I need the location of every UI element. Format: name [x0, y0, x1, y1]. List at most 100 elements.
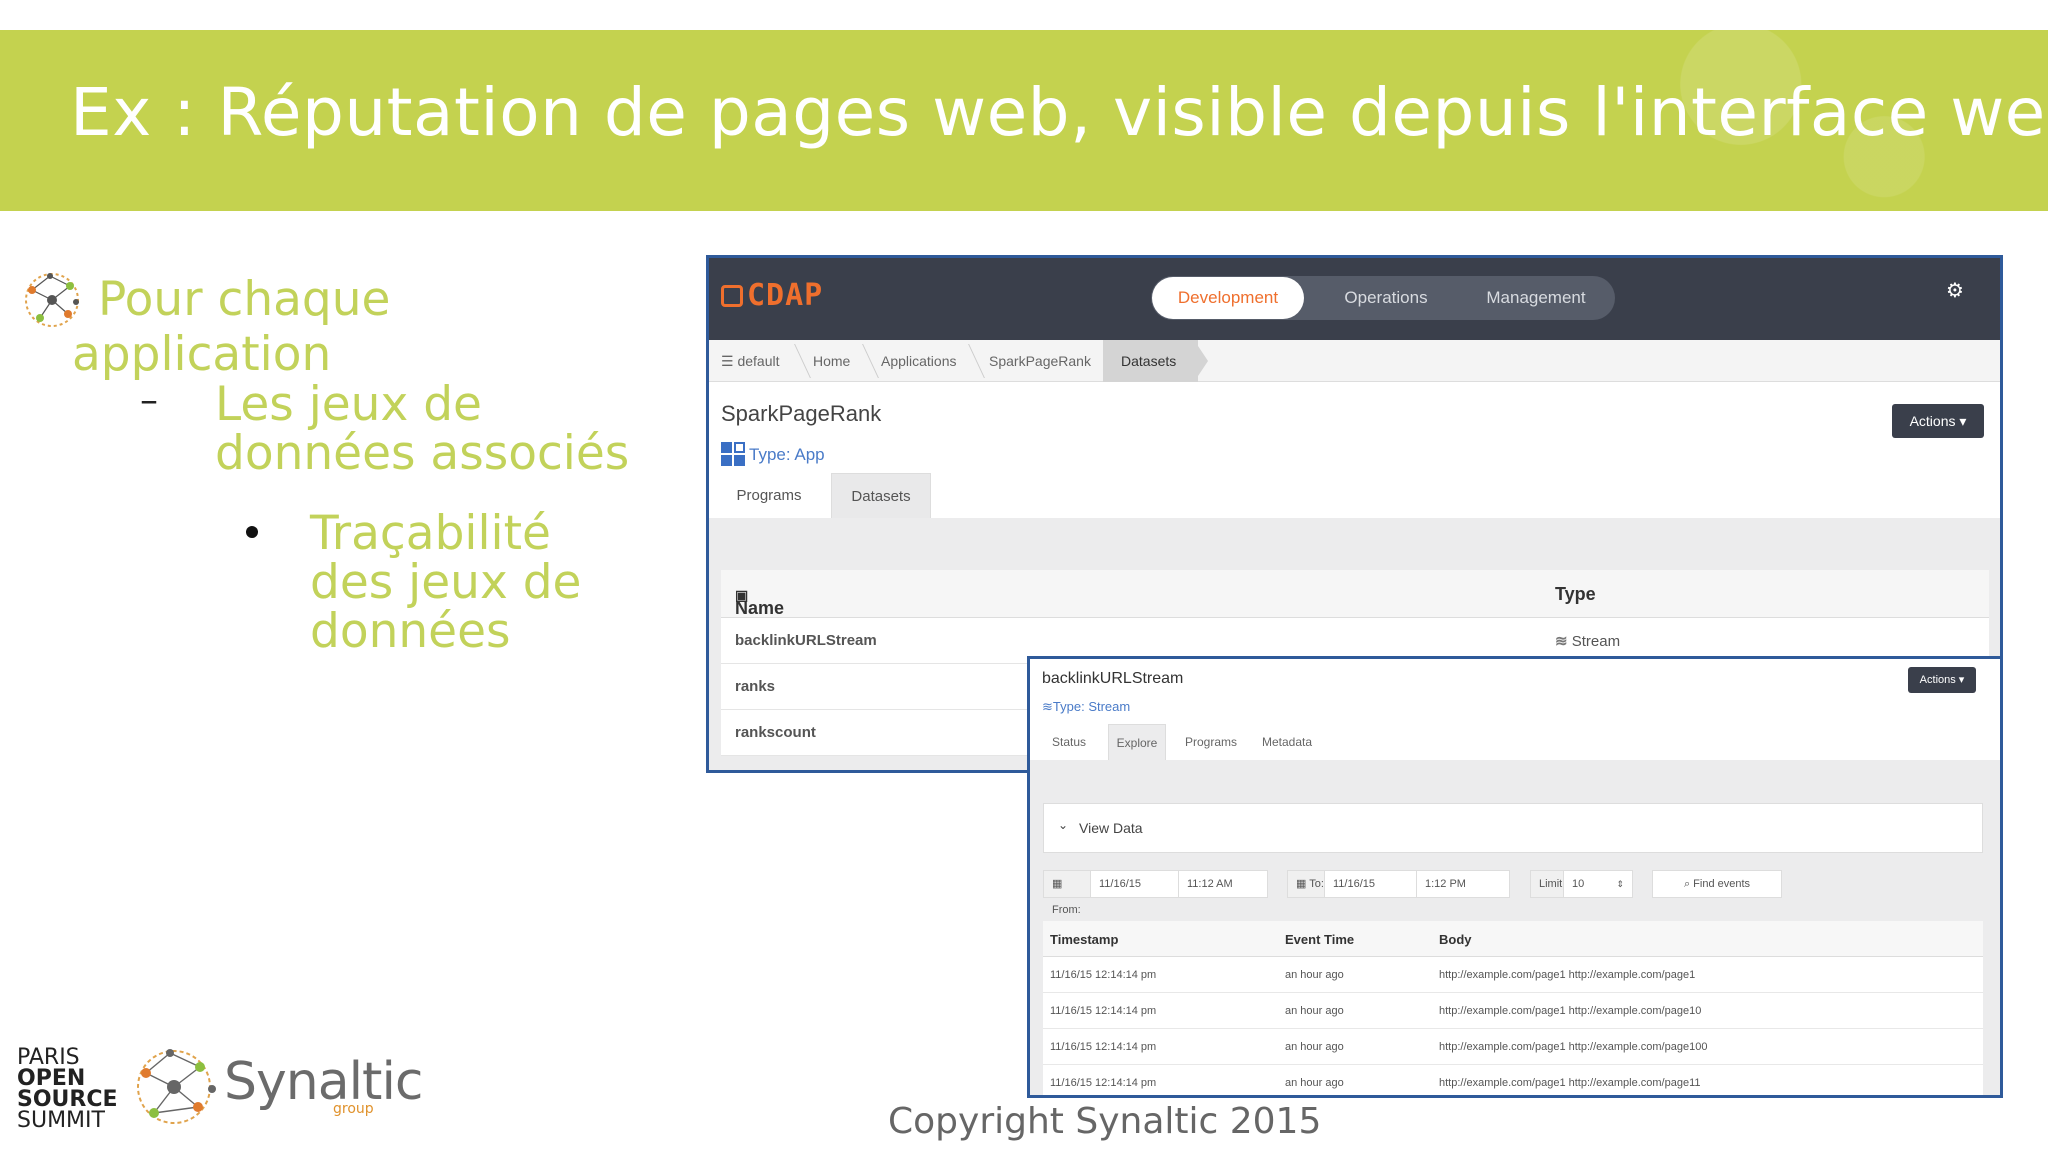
breadcrumb-separator — [955, 344, 985, 378]
from-label-text: From: — [1052, 904, 1081, 916]
view-data-label: View Data — [1079, 820, 1143, 836]
nav-operations[interactable]: Operations — [1311, 276, 1461, 320]
column-header-body: Body — [1439, 932, 1472, 947]
bullet-dot — [246, 526, 258, 538]
to-label: ▦ To: — [1287, 870, 1327, 898]
synaltic-logo-icon — [137, 1049, 216, 1124]
stream-icon: ≋ — [1555, 633, 1572, 650]
column-header-timestamp: Timestamp — [1050, 932, 1119, 947]
tab-datasets[interactable]: Datasets — [831, 473, 931, 518]
table-row: 11/16/15 12:14:14 pm an hour ago http://… — [1043, 1065, 1983, 1095]
column-header-name[interactable]: Name ▣ — [735, 584, 784, 618]
calendar-icon: ▦ — [1052, 878, 1063, 890]
bullet-level3-line2: des jeux de — [310, 555, 582, 610]
datasets-table-header: Name ▣ Type — [721, 570, 1989, 618]
event-body: http://example.com/page1 http://example.… — [1439, 1041, 1708, 1053]
nav-management[interactable]: Management — [1461, 276, 1611, 320]
to-time-input[interactable]: 1:12 PM — [1416, 870, 1510, 898]
breadcrumb-app[interactable]: SparkPageRank — [989, 340, 1091, 382]
tab-metadata[interactable]: Metadata — [1252, 724, 1322, 761]
bullet-level2-line1: Les jeux de — [215, 377, 482, 432]
slide-title: Ex : Réputation de pages web, visible de… — [70, 74, 2048, 151]
breadcrumb-home[interactable]: Home — [813, 340, 850, 382]
breadcrumb-separator — [781, 344, 811, 378]
events-table: Timestamp Event Time Body 11/16/15 12:14… — [1043, 921, 1983, 1095]
stream-title: backlinkURLStream — [1042, 670, 1184, 687]
column-header-type: Type — [1555, 584, 1596, 604]
chevron-down-icon: ⌄ — [1058, 818, 1069, 832]
app-type: Type: App — [721, 442, 825, 466]
from-label: ▦ From: — [1043, 870, 1091, 916]
bullet-level1-line1: Pour chaque — [98, 272, 391, 327]
dataset-type-label: Stream — [1571, 633, 1621, 650]
copyright-footer: Copyright Synaltic 2015 — [888, 1101, 1322, 1142]
nav-development[interactable]: Development — [1152, 277, 1304, 319]
bullet-level2-line2: données associés — [215, 426, 630, 481]
tab-programs[interactable]: Programs — [1174, 724, 1248, 761]
pos-line1: PARIS — [17, 1045, 80, 1070]
main-nav: Development Operations Management — [1151, 276, 1615, 320]
pos-line3: SOURCE — [17, 1087, 118, 1112]
tab-explore[interactable]: Explore — [1108, 724, 1166, 761]
synaltic-wordmark: Synaltic — [224, 1052, 423, 1112]
breadcrumb-applications[interactable]: Applications — [881, 340, 957, 382]
cdap-topbar: CDAP Development Operations Management ⚙ — [709, 258, 2000, 340]
actions-button[interactable]: Actions ▾ — [1892, 404, 1984, 438]
event-body: http://example.com/page1 http://example.… — [1439, 1077, 1701, 1089]
search-icon: ⌕ — [1683, 878, 1691, 890]
to-date-input[interactable]: 11/16/15 — [1324, 870, 1418, 898]
stream-type-label: Type: Stream — [1052, 699, 1131, 714]
tab-status[interactable]: Status — [1040, 724, 1098, 761]
actions-button-label: Actions — [1909, 413, 1956, 429]
app-title: SparkPageRank — [721, 401, 882, 426]
gear-icon[interactable]: ⚙ — [1946, 280, 1966, 300]
pos-line4: SUMMIT — [17, 1108, 105, 1133]
breadcrumb-current[interactable]: Datasets — [1103, 340, 1199, 382]
breadcrumb-namespace[interactable]: ☰ default — [721, 340, 780, 382]
from-time-input[interactable]: 11:12 AM — [1178, 870, 1268, 898]
stepper-icon[interactable]: ⇕ — [1616, 871, 1624, 897]
tab-programs[interactable]: Programs — [719, 473, 819, 518]
limit-label: Limit — [1530, 870, 1566, 898]
bullet-level3: Traçabilité des jeux de données — [310, 509, 630, 656]
column-header-name-label: Name — [735, 598, 785, 618]
event-timestamp: 11/16/15 12:14:14 pm — [1050, 1077, 1157, 1089]
event-body: http://example.com/page1 http://example.… — [1439, 969, 1696, 981]
from-date-input[interactable]: 11/16/15 — [1090, 870, 1180, 898]
dataset-name[interactable]: ranks — [735, 678, 775, 695]
find-events-label: Find events — [1693, 878, 1751, 890]
stream-actions-button[interactable]: Actions ▾ — [1908, 667, 1976, 693]
cdap-stream-screenshot: backlinkURLStream ≋Type: Stream Actions … — [1027, 656, 2003, 1098]
bullet-level3-line3: données — [310, 604, 511, 659]
event-body: http://example.com/page1 http://example.… — [1439, 1005, 1702, 1017]
bullet-level2: Les jeux de données associés — [215, 380, 655, 478]
event-timestamp: 11/16/15 12:14:14 pm — [1050, 1005, 1157, 1017]
dataset-name[interactable]: backlinkURLStream — [735, 632, 877, 649]
limit-input[interactable]: 10 ⇕ — [1563, 870, 1633, 898]
dataset-type: ≋ Stream — [1555, 632, 1620, 650]
bullet-level3-line1: Traçabilité — [310, 506, 551, 561]
synaltic-group-label: group — [333, 1101, 374, 1117]
breadcrumb-namespace-label: default — [737, 353, 780, 369]
stream-actions-label: Actions — [1919, 674, 1956, 686]
calendar-icon: ▦ — [1296, 878, 1307, 890]
event-time: an hour ago — [1285, 1077, 1344, 1089]
cdap-logo[interactable]: CDAP — [721, 278, 823, 313]
column-header-event-time: Event Time — [1285, 932, 1355, 947]
stream-type: ≋Type: Stream — [1042, 699, 1130, 715]
table-row: 11/16/15 12:14:14 pm an hour ago http://… — [1043, 957, 1983, 993]
cdap-logo-text: CDAP — [747, 278, 824, 313]
menu-icon: ☰ — [721, 353, 738, 369]
app-grid-icon — [721, 442, 745, 466]
find-events-button[interactable]: ⌕ Find events — [1652, 870, 1782, 898]
breadcrumb-separator — [849, 344, 879, 378]
bullet-dash: – — [140, 380, 158, 421]
to-label-text: To: — [1309, 878, 1324, 890]
bullet-level1-line2: application — [72, 327, 332, 382]
breadcrumb-arrow — [1194, 340, 1208, 382]
view-data-toggle[interactable]: ⌄ View Data — [1043, 803, 1983, 853]
events-table-header: Timestamp Event Time Body — [1043, 921, 1983, 957]
dataset-name[interactable]: rankscount — [735, 724, 816, 741]
event-time: an hour ago — [1285, 1041, 1344, 1053]
event-timestamp: 11/16/15 12:14:14 pm — [1050, 1041, 1157, 1053]
